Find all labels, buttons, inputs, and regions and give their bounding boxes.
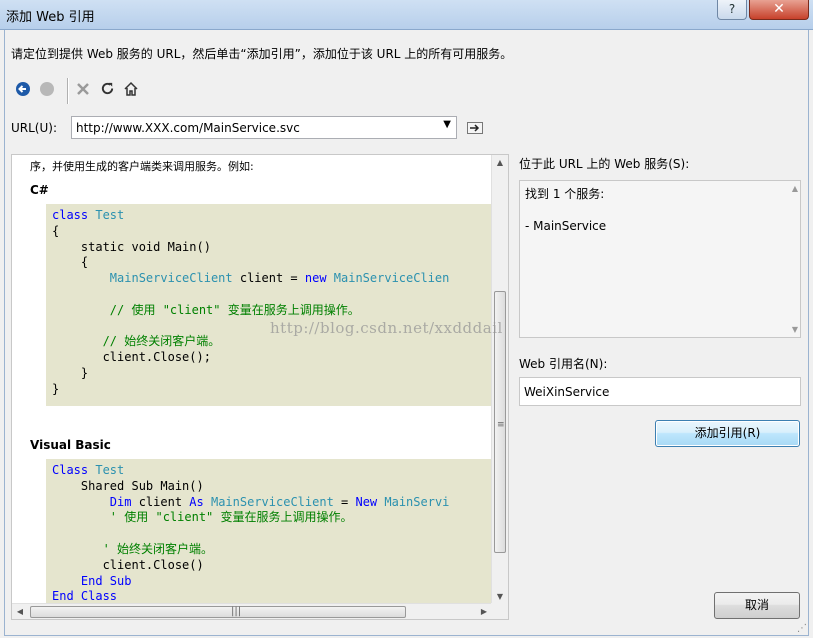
vb-code-block: Class Test Shared Sub Main() Dim client …	[46, 459, 492, 605]
code-line: Shared Sub Main()	[52, 478, 204, 493]
cancel-button[interactable]: 取消	[714, 592, 800, 619]
scrollbar-corner	[491, 603, 508, 619]
reference-name-value[interactable]: WeiXinService	[524, 385, 609, 399]
code-line: Dim client As MainServiceClient = New Ma…	[52, 494, 450, 509]
url-value[interactable]: http://www.XXX.com/MainService.svc	[76, 121, 300, 135]
vb-header: Visual Basic	[30, 438, 111, 452]
code-line: MainServiceClient client = new MainServi…	[52, 271, 450, 286]
doc-vertical-scrollbar[interactable]: ▲ ≡ ▼	[491, 155, 508, 605]
service-item[interactable]: - MainService	[525, 219, 606, 233]
code-line: {	[52, 223, 60, 238]
code-line: ' 始终关闭客户端。	[52, 542, 214, 556]
code-line: {	[52, 255, 89, 270]
services-found-text: 找到 1 个服务:	[525, 187, 605, 201]
url-label: URL(U):	[11, 121, 57, 135]
vertical-scroll-thumb[interactable]: ≡	[494, 291, 506, 553]
code-line: ' 使用 "client" 变量在服务上调用操作。	[52, 510, 353, 525]
window-title: 添加 Web 引用	[6, 10, 95, 25]
scroll-down-icon[interactable]: ▼	[792, 325, 798, 334]
code-line: // 始终关闭客户端。	[52, 334, 221, 349]
stop-icon[interactable]	[37, 81, 57, 101]
code-line: client.Close()	[52, 557, 204, 572]
home-icon[interactable]	[121, 81, 141, 101]
documentation-content: 序，并使用生成的客户端类来调用服务。例如: C# class Test{ sta…	[12, 155, 492, 605]
csharp-code-block: class Test{ static void Main() { MainSer…	[46, 204, 492, 406]
help-button[interactable]: ?	[717, 0, 747, 20]
instruction-text: 请定位到提供 Web 服务的 URL，然后单击“添加引用”，添加位于该 URL …	[11, 47, 513, 61]
code-line: }	[52, 366, 89, 380]
back-icon[interactable]	[13, 81, 33, 101]
browser-toolbar	[11, 78, 511, 106]
reference-name-label: Web 引用名(N):	[519, 357, 608, 371]
doc-horizontal-scrollbar[interactable]: ◀ ||| ▶	[12, 603, 492, 619]
scroll-right-icon[interactable]: ▶	[476, 604, 492, 619]
reference-name-input[interactable]: WeiXinService	[519, 377, 801, 406]
scroll-up-icon[interactable]: ▲	[492, 155, 508, 171]
toolbar-separator	[67, 78, 68, 104]
chevron-down-icon[interactable]: ▼	[443, 119, 451, 130]
title-bar[interactable]: 添加 Web 引用 ? ✕	[0, 0, 813, 30]
doc-intro-line: 序，并使用生成的客户端类来调用服务。例如:	[30, 160, 254, 173]
documentation-pane[interactable]: 序，并使用生成的客户端类来调用服务。例如: C# class Test{ sta…	[11, 154, 509, 620]
horizontal-scroll-thumb[interactable]: |||	[30, 606, 406, 618]
code-line: Class Test	[52, 463, 125, 477]
code-line: client.Close();	[52, 350, 211, 365]
resize-grip-icon[interactable]: ⋰	[797, 623, 807, 634]
services-label: 位于此 URL 上的 Web 服务(S):	[519, 157, 690, 171]
code-line: End Sub	[52, 573, 132, 588]
code-line: // 使用 "client" 变量在服务上调用操作。	[52, 302, 360, 317]
scroll-up-icon[interactable]: ▲	[792, 184, 798, 193]
url-combobox[interactable]: http://www.XXX.com/MainService.svc ▼	[71, 116, 457, 139]
close-button[interactable]: ✕	[749, 0, 809, 20]
add-reference-button[interactable]: 添加引用(R)	[655, 420, 800, 447]
go-arrow-icon[interactable]	[467, 122, 483, 134]
code-line: }	[52, 381, 60, 396]
services-list[interactable]: 找到 1 个服务: - MainService ▲ ▼	[519, 180, 801, 338]
scroll-left-icon[interactable]: ◀	[12, 604, 28, 619]
delete-icon[interactable]	[73, 81, 93, 101]
dialog-body: 请定位到提供 Web 服务的 URL，然后单击“添加引用”，添加位于该 URL …	[4, 30, 809, 636]
code-line: class Test	[52, 208, 125, 222]
refresh-icon[interactable]	[97, 81, 117, 101]
code-line: static void Main()	[52, 239, 211, 254]
csharp-header: C#	[30, 183, 49, 197]
